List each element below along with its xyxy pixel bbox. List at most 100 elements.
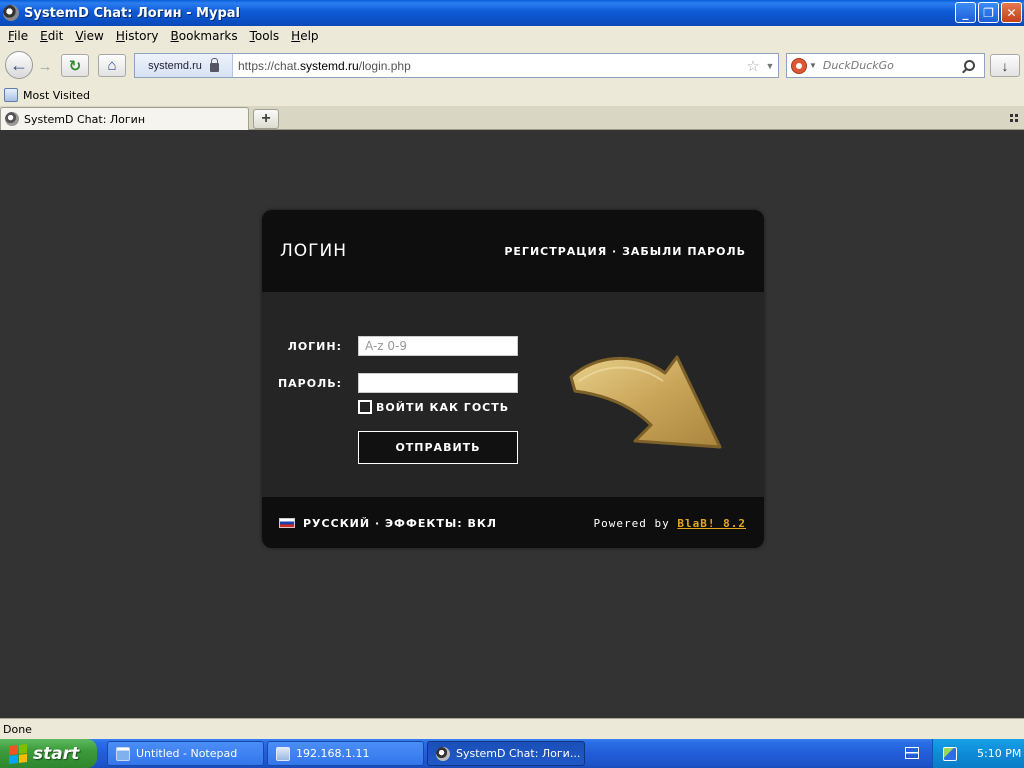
url-prefix: https://chat.	[238, 58, 301, 73]
password-input[interactable]	[358, 373, 518, 393]
notepad-icon	[116, 746, 130, 761]
register-link[interactable]: РЕГИСТРАЦИЯ	[504, 245, 607, 258]
most-visited-icon	[4, 88, 18, 102]
blab-link[interactable]: BlaB! 8.2	[677, 517, 746, 530]
menu-history[interactable]: History	[110, 29, 165, 43]
password-label: ПАРОЛЬ:	[277, 377, 342, 390]
minimize-button[interactable]: _	[955, 2, 976, 23]
curved-arrow-icon	[569, 355, 722, 449]
url-path: /login.php	[358, 58, 411, 73]
taskbar-remote[interactable]: 192.168.1.11	[267, 741, 424, 766]
forward-button[interactable]: →	[35, 56, 55, 76]
task-label: Untitled - Notepad	[136, 747, 238, 760]
login-panel: ЛОГИН РЕГИСТРАЦИЯ · ЗАБЫЛИ ПАРОЛЬ ЛОГИН:…	[262, 210, 764, 548]
menu-help-rest: elp	[300, 29, 319, 43]
windows-logo-icon	[9, 743, 27, 764]
login-input[interactable]: A-z 0-9	[358, 336, 518, 356]
taskbar-notepad[interactable]: Untitled - Notepad	[107, 741, 264, 766]
tab-label: SystemD Chat: Логин	[24, 112, 146, 126]
menu-file-rest: ile	[14, 29, 29, 43]
task-label: 192.168.1.11	[296, 747, 370, 760]
start-button[interactable]: start	[0, 739, 97, 768]
menu-edit-rest: dit	[47, 29, 64, 43]
task-label: SystemD Chat: Логи...	[456, 747, 581, 760]
login-label: ЛОГИН:	[287, 340, 342, 353]
reload-icon: ↻	[68, 57, 82, 75]
effects-toggle[interactable]: ЭФФЕКТЫ: ВКЛ	[385, 517, 497, 530]
menu-bookmarks-rest: ookmarks	[178, 29, 238, 43]
footer-options: РУССКИЙ · ЭФФЕКТЫ: ВКЛ	[303, 517, 497, 530]
new-tab-button[interactable]: +	[253, 109, 279, 129]
login-header: ЛОГИН РЕГИСТРАЦИЯ · ЗАБЫЛИ ПАРОЛЬ	[262, 210, 764, 292]
keyboard-icon[interactable]	[905, 747, 919, 759]
window-controls: _ ❐ ✕	[955, 2, 1022, 23]
status-bar: Done	[0, 718, 1024, 739]
header-links: РЕГИСТРАЦИЯ · ЗАБЫЛИ ПАРОЛЬ	[504, 245, 746, 258]
back-button[interactable]: ←	[5, 51, 33, 79]
search-bar[interactable]: ▼ DuckDuckGo	[786, 53, 985, 78]
page-content: ЛОГИН РЕГИСТРАЦИЯ · ЗАБЫЛИ ПАРОЛЬ ЛОГИН:…	[0, 130, 1024, 718]
login-footer: РУССКИЙ · ЭФФЕКТЫ: ВКЛ Powered by BlaB! …	[262, 497, 764, 548]
url-bar[interactable]: systemd.ru https://chat.systemd.ru/login…	[134, 53, 779, 78]
system-tray: 5:10 PM	[932, 739, 1024, 768]
footer-separator: ·	[374, 517, 381, 530]
home-button[interactable]: ⌂	[98, 54, 126, 77]
site-identity-label: systemd.ru	[148, 59, 202, 72]
window-title: SystemD Chat: Логин - Mypal	[24, 5, 240, 21]
search-input[interactable]: DuckDuckGo	[823, 59, 964, 72]
menu-view-rest: iew	[83, 29, 104, 43]
start-label: start	[33, 743, 80, 764]
search-engine-dropdown-icon[interactable]: ▼	[809, 61, 817, 70]
window-titlebar: SystemD Chat: Логин - Mypal _ ❐ ✕	[0, 0, 1024, 26]
url-dropdown-icon[interactable]: ▼	[762, 61, 778, 71]
forward-arrow-icon: →	[37, 57, 53, 75]
menu-edit[interactable]: Edit	[34, 29, 69, 43]
most-visited-bookmark[interactable]: Most Visited	[23, 89, 90, 102]
russian-flag-icon	[279, 518, 295, 528]
reload-button[interactable]: ↻	[61, 54, 89, 77]
duckduckgo-icon[interactable]	[791, 57, 807, 74]
guest-checkbox[interactable]	[358, 400, 372, 414]
forgot-password-link[interactable]: ЗАБЫЛИ ПАРОЛЬ	[622, 245, 746, 258]
tab-list-icon[interactable]	[1010, 114, 1018, 122]
login-form: ЛОГИН: A-z 0-9 ПАРОЛЬ: ВОЙТИ КАК ГОСТЬ О…	[262, 292, 764, 497]
site-identity-button[interactable]: systemd.ru	[135, 54, 233, 77]
submit-button[interactable]: ОТПРАВИТЬ	[358, 431, 518, 464]
tab-strip: SystemD Chat: Логин +	[0, 106, 1024, 130]
tab-systemd-chat[interactable]: SystemD Chat: Логин	[0, 107, 249, 130]
guest-label[interactable]: ВОЙТИ КАК ГОСТЬ	[376, 401, 509, 414]
tab-favicon-icon	[5, 112, 19, 126]
menu-bookmarks[interactable]: Bookmarks	[165, 29, 244, 43]
menu-history-rest: istory	[124, 29, 159, 43]
menu-help[interactable]: Help	[285, 29, 324, 43]
downloads-button[interactable]: ↓	[990, 54, 1020, 77]
login-title: ЛОГИН	[280, 241, 348, 261]
back-arrow-icon: ←	[10, 54, 28, 75]
menu-bar: File Edit View History Bookmarks Tools H…	[0, 26, 1024, 46]
url-domain: systemd.ru	[300, 58, 359, 73]
network-status-icon[interactable]	[943, 746, 957, 761]
powered-by-label: Powered by	[593, 517, 670, 530]
close-button[interactable]: ✕	[1001, 2, 1022, 23]
taskbar: start Untitled - Notepad 192.168.1.11 Sy…	[0, 739, 1024, 768]
navigation-toolbar: ← → ↻ ⌂ systemd.ru https://chat.systemd.…	[0, 46, 1024, 84]
url-text[interactable]: https://chat.systemd.ru/login.php	[238, 59, 744, 73]
download-arrow-icon: ↓	[1001, 57, 1009, 74]
link-separator: ·	[612, 245, 618, 258]
menu-file[interactable]: File	[2, 29, 34, 43]
home-icon: ⌂	[107, 57, 117, 74]
search-icon[interactable]	[964, 60, 975, 71]
taskbar-mypal[interactable]: SystemD Chat: Логи...	[427, 741, 585, 766]
chat-icon	[436, 746, 450, 761]
status-text: Done	[3, 722, 32, 736]
menu-tools-rest: ools	[254, 29, 280, 43]
menu-view[interactable]: View	[69, 29, 109, 43]
powered-by: Powered by BlaB! 8.2	[594, 517, 746, 530]
bookmark-star-icon[interactable]: ☆	[744, 57, 762, 75]
language-link[interactable]: РУССКИЙ	[303, 517, 370, 530]
menu-tools[interactable]: Tools	[244, 29, 286, 43]
clock[interactable]: 5:10 PM	[977, 747, 1021, 760]
lock-icon	[209, 58, 219, 72]
mypal-app-icon[interactable]	[3, 5, 19, 21]
maximize-button[interactable]: ❐	[978, 2, 999, 23]
